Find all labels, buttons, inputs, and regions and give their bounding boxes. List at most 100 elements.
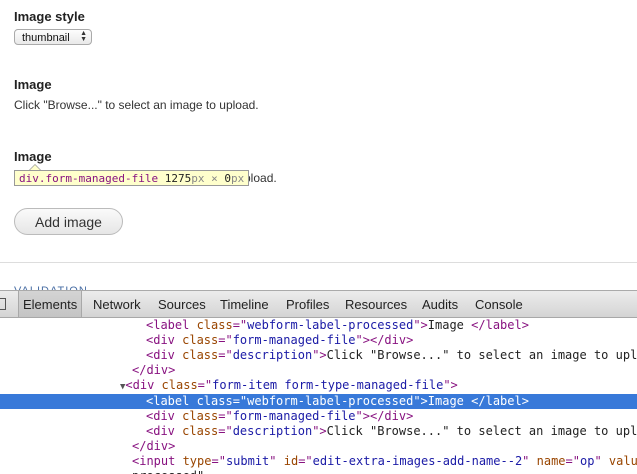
dom-tree-line-content: </div> <box>132 439 175 454</box>
devtools-toolbar: Elements Network Sources Timeline Profil… <box>0 291 637 318</box>
dom-token: Image <box>427 318 472 332</box>
dom-token: </label> <box>471 393 529 408</box>
dom-tree-line-content: ▼<div class="form-item form-type-managed… <box>120 378 458 393</box>
dom-token: class <box>182 423 219 438</box>
dom-token: id <box>283 453 299 468</box>
dom-token: <div <box>146 348 183 363</box>
dom-token: webform-label-processed <box>247 318 414 332</box>
dom-token: <input <box>132 453 183 468</box>
dom-token: "> <box>413 318 428 332</box>
dom-token: class <box>182 408 219 423</box>
image-label-2: Image <box>14 149 52 164</box>
dom-token: </div> <box>132 438 176 453</box>
dom-tree-line-content: <label class="webform-label-processed">I… <box>146 318 529 333</box>
dom-token: </label> <box>471 318 529 332</box>
dom-token: =" <box>298 453 313 468</box>
dom-tree-line-content: <div class="form-managed-file"></div> <box>146 333 413 348</box>
dom-token: Click "Browse..." to select an image to … <box>326 423 637 438</box>
section-divider <box>0 262 637 263</box>
dom-token: class <box>182 333 219 348</box>
dom-tree-line[interactable]: <div class="description">Click "Browse..… <box>0 348 637 363</box>
add-image-button[interactable]: Add image <box>14 208 123 235</box>
tab-timeline[interactable]: Timeline <box>220 291 269 317</box>
dom-token: " <box>522 453 537 468</box>
tab-sources[interactable]: Sources <box>158 291 206 317</box>
dom-tree-line-content: <div class="description">Click "Browse..… <box>146 348 637 363</box>
dom-tree-line[interactable]: <label class="webform-label-processed">I… <box>0 393 637 409</box>
dom-token: webform-label-processed <box>247 393 414 408</box>
dom-tree-line[interactable]: processed" <box>0 469 637 474</box>
dom-tree-line-content: <div class="description">Click "Browse..… <box>146 424 637 439</box>
dom-tree-line[interactable]: </div> <box>0 363 637 378</box>
dom-token: "> <box>312 348 327 363</box>
dom-token: =" <box>218 423 233 438</box>
dom-token: "> <box>312 423 327 438</box>
dom-token: <label <box>146 318 197 332</box>
tab-resources[interactable]: Resources <box>345 291 407 317</box>
dom-token: submit <box>225 453 270 468</box>
image-style-value: thumbnail <box>22 32 70 44</box>
dock-icon[interactable] <box>0 298 6 310</box>
dom-token: class <box>196 393 233 408</box>
dom-token: edit-extra-images-add-name--2 <box>312 453 523 468</box>
tooltip-arrow-icon <box>29 164 41 170</box>
dom-tree-line[interactable]: <div class="description">Click "Browse..… <box>0 424 637 439</box>
dom-token: "></div> <box>355 408 414 423</box>
dom-token: form-item form-type-managed-file <box>212 378 444 393</box>
dom-token: <div <box>146 333 183 348</box>
dom-token: <label <box>146 393 197 408</box>
dom-token: form-managed-file <box>232 408 356 423</box>
dom-token: =" <box>218 408 233 423</box>
tab-console[interactable]: Console <box>475 291 523 317</box>
dom-token: description <box>232 348 313 363</box>
dom-token: </div> <box>132 363 176 378</box>
tab-network[interactable]: Network <box>93 291 141 317</box>
dom-token: =" <box>211 453 226 468</box>
dom-token: =" <box>232 393 248 408</box>
image-description-1: Click "Browse..." to select an image to … <box>14 98 259 112</box>
dom-token: " <box>269 453 284 468</box>
dom-tree-line[interactable]: <div class="form-managed-file"></div> <box>0 333 637 348</box>
dom-token: =" <box>565 453 580 468</box>
dom-tree-line[interactable]: </div> <box>0 439 637 454</box>
image-style-label: Image style <box>14 9 85 24</box>
dom-token: processed" <box>132 469 204 474</box>
dom-token: class <box>182 348 219 363</box>
dom-token: op <box>579 453 595 468</box>
dom-tree-line-content: <div class="form-managed-file"></div> <box>146 409 413 424</box>
image-style-select[interactable]: thumbnail ▲ ▼ <box>14 29 92 45</box>
dom-token: =" <box>218 348 233 363</box>
tab-elements[interactable]: Elements <box>18 291 83 317</box>
dom-tree-line[interactable]: <div class="form-managed-file"></div> <box>0 409 637 424</box>
dom-tree-line-content: processed" <box>132 469 204 474</box>
dom-token: description <box>232 423 313 438</box>
dom-token: "> <box>413 393 428 408</box>
dom-tree-line[interactable]: <label class="webform-label-processed">I… <box>0 318 637 333</box>
dom-token: "></div> <box>355 333 414 348</box>
dom-token: =" <box>232 318 248 332</box>
tab-profiles[interactable]: Profiles <box>286 291 329 317</box>
dom-tree-line-content: <label class="webform-label-processed">I… <box>146 394 529 409</box>
dom-tree: <label class="webform-label-processed">I… <box>0 318 637 474</box>
dom-token: <div <box>146 408 183 423</box>
dom-tree-line-content: <input type="submit" id="edit-extra-imag… <box>132 454 637 469</box>
tab-audits[interactable]: Audits <box>422 291 458 317</box>
dom-token: valu <box>608 453 637 468</box>
dom-tree-line[interactable]: ▼<div class="form-item form-type-managed… <box>0 378 637 393</box>
devtools-panel: Elements Network Sources Timeline Profil… <box>0 290 637 474</box>
dom-token: <div <box>125 378 162 393</box>
dom-token: form-managed-file <box>232 333 356 348</box>
dom-tree-line-content: </div> <box>132 363 175 378</box>
dom-token: =" <box>197 378 213 393</box>
dom-token: =" <box>218 333 233 348</box>
image-label-1: Image <box>14 77 52 92</box>
dom-tree-line[interactable]: <input type="submit" id="edit-extra-imag… <box>0 454 637 469</box>
dom-token: name <box>536 453 566 468</box>
dom-token: Click "Browse..." to select an image to … <box>326 348 637 363</box>
dom-token: "> <box>443 378 458 393</box>
dom-token: class <box>196 318 233 332</box>
element-inspector-tooltip: div.form-managed-file 1275px × 0px <box>14 170 250 186</box>
dom-token: class <box>161 378 198 393</box>
web-page: Image style thumbnail ▲ ▼ Image Click "Br… <box>0 0 637 290</box>
select-arrows-icon: ▲ ▼ <box>80 30 87 43</box>
